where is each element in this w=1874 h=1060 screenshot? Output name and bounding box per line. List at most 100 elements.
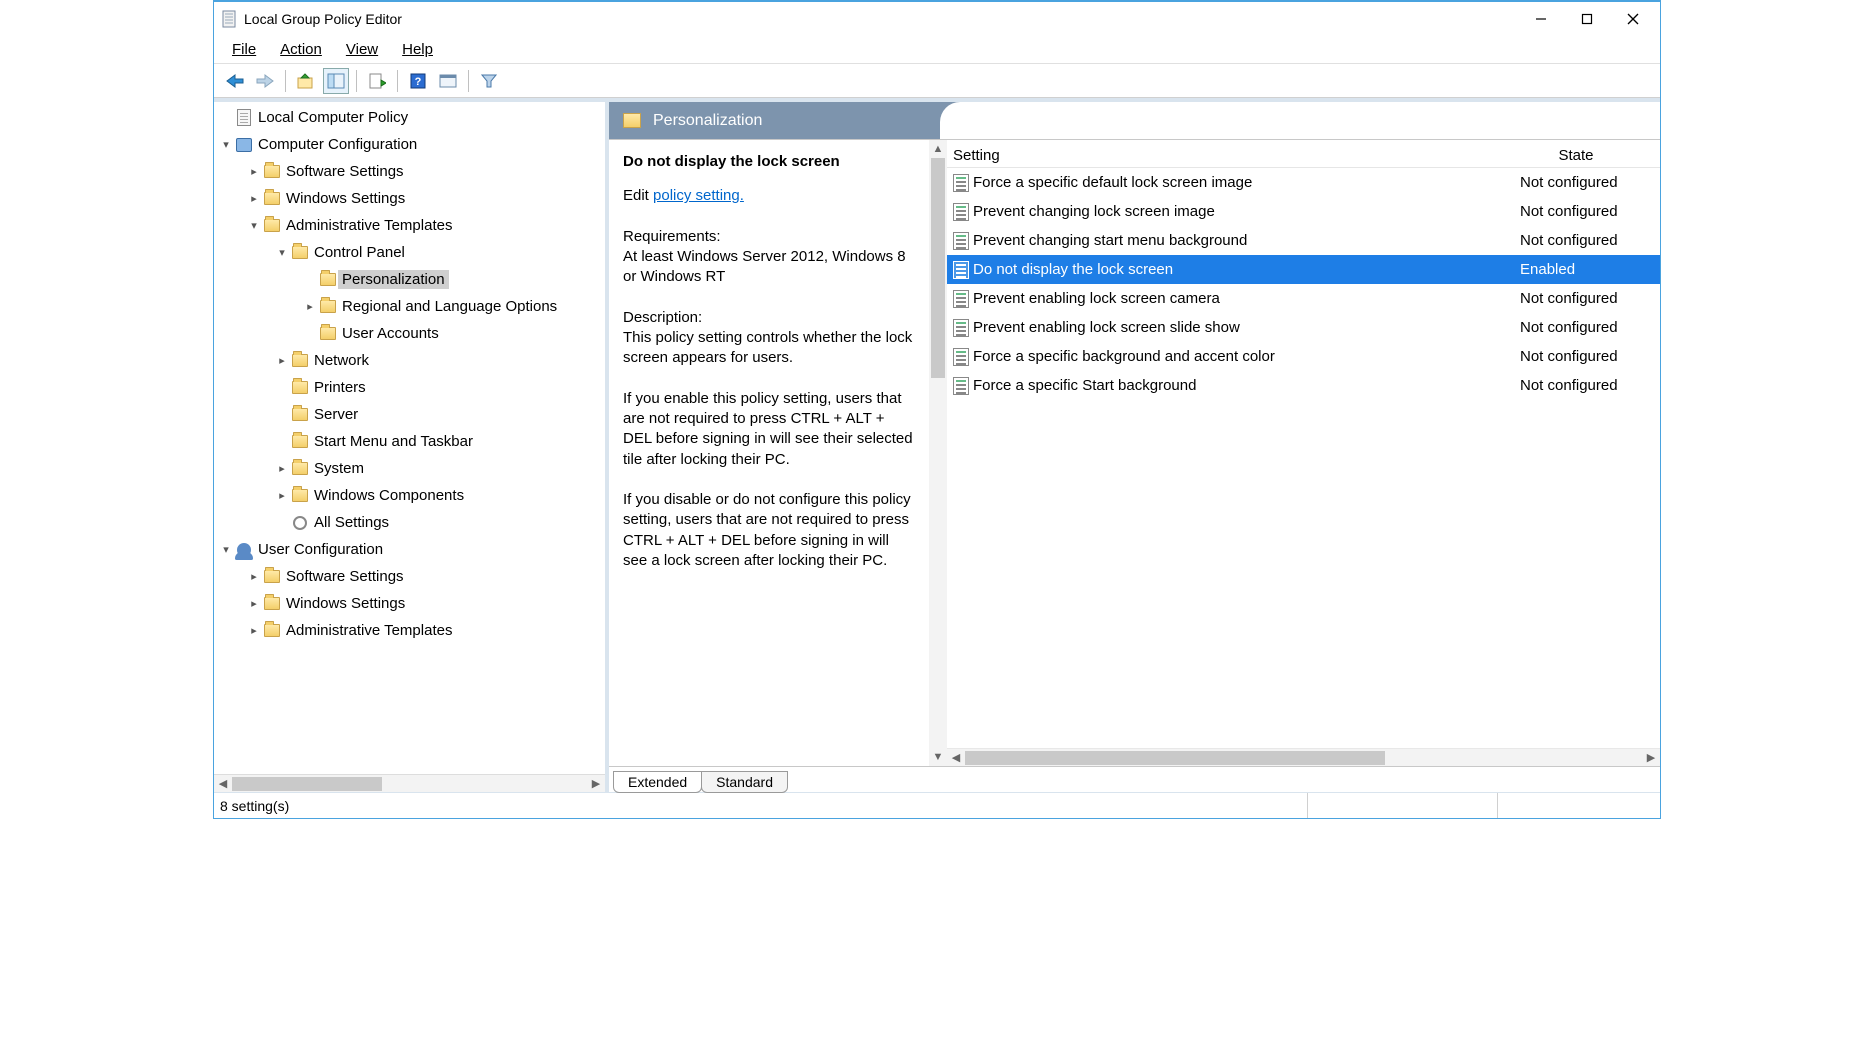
tree-server[interactable]: Server: [214, 401, 605, 428]
nav-forward-button[interactable]: [252, 68, 278, 94]
minimize-button[interactable]: [1518, 4, 1564, 34]
col-state-header[interactable]: State: [1492, 147, 1660, 164]
expand-icon[interactable]: ▸: [246, 192, 262, 205]
expand-icon[interactable]: ▸: [246, 597, 262, 610]
scroll-right-icon[interactable]: ▶: [587, 777, 605, 790]
menu-action[interactable]: Action: [268, 39, 334, 60]
folder-icon: [290, 381, 310, 394]
setting-row[interactable]: Prevent changing start menu backgroundNo…: [947, 226, 1660, 255]
setting-name: Force a specific background and accent c…: [971, 348, 1492, 365]
properties-button[interactable]: [435, 68, 461, 94]
expand-icon[interactable]: ▸: [246, 570, 262, 583]
setting-state: Not configured: [1492, 203, 1660, 220]
toolbar-sep: [285, 70, 286, 92]
tree-cc-admin-templates[interactable]: ▾ Administrative Templates: [214, 212, 605, 239]
expand-icon[interactable]: ▸: [302, 300, 318, 313]
scroll-track[interactable]: [965, 751, 1642, 765]
toolbar-sep: [468, 70, 469, 92]
menu-help[interactable]: Help: [390, 39, 445, 60]
tree-label: Administrative Templates: [282, 621, 456, 640]
list-vscrollbar[interactable]: ▲ ▼: [929, 140, 947, 766]
scroll-right-icon[interactable]: ▶: [1642, 751, 1660, 764]
setting-icon: [947, 203, 971, 221]
tree-hscrollbar[interactable]: ◀ ▶: [214, 774, 605, 792]
export-list-button[interactable]: [364, 68, 390, 94]
expand-icon[interactable]: ▸: [274, 462, 290, 475]
setting-row[interactable]: Prevent enabling lock screen cameraNot c…: [947, 284, 1660, 313]
svg-text:?: ?: [415, 76, 422, 88]
setting-state: Not configured: [1492, 290, 1660, 307]
setting-row[interactable]: Prevent changing lock screen imageNot co…: [947, 197, 1660, 226]
status-cell-3: [1497, 793, 1660, 818]
scroll-track[interactable]: [929, 158, 947, 748]
tree-uc-admin[interactable]: ▸ Administrative Templates: [214, 617, 605, 644]
tree-computer-config[interactable]: ▾ Computer Configuration: [214, 131, 605, 158]
expand-icon[interactable]: ▸: [274, 489, 290, 502]
expand-icon[interactable]: ▸: [246, 624, 262, 637]
col-setting-header[interactable]: Setting: [947, 147, 1492, 164]
toolbar: ?: [214, 64, 1660, 98]
collapse-icon[interactable]: ▾: [218, 543, 234, 556]
scroll-up-icon[interactable]: ▲: [929, 140, 947, 158]
tree-windows-components[interactable]: ▸ Windows Components: [214, 482, 605, 509]
tab-standard[interactable]: Standard: [701, 771, 788, 793]
tree-network[interactable]: ▸ Network: [214, 347, 605, 374]
tree-system[interactable]: ▸ System: [214, 455, 605, 482]
tree-user-config[interactable]: ▾ User Configuration: [214, 536, 605, 563]
help-button[interactable]: ?: [405, 68, 431, 94]
collapse-icon[interactable]: ▾: [218, 138, 234, 151]
expand-icon[interactable]: ▸: [246, 165, 262, 178]
tree-start-menu[interactable]: Start Menu and Taskbar: [214, 428, 605, 455]
list-hscrollbar[interactable]: ◀ ▶: [947, 748, 1660, 766]
filter-button[interactable]: [476, 68, 502, 94]
collapse-icon[interactable]: ▾: [274, 246, 290, 259]
menu-file[interactable]: File: [220, 39, 268, 60]
close-button[interactable]: [1610, 4, 1656, 34]
expand-icon[interactable]: ▸: [274, 354, 290, 367]
setting-state: Not configured: [1492, 232, 1660, 249]
tree-uc-windows[interactable]: ▸ Windows Settings: [214, 590, 605, 617]
edit-policy-link[interactable]: policy setting.: [653, 187, 744, 204]
setting-icon: [947, 261, 971, 279]
collapse-icon[interactable]: ▾: [246, 219, 262, 232]
scroll-thumb[interactable]: [232, 777, 382, 791]
up-folder-button[interactable]: [293, 68, 319, 94]
setting-row[interactable]: Force a specific default lock screen ima…: [947, 168, 1660, 197]
scroll-track[interactable]: [232, 777, 587, 791]
scroll-left-icon[interactable]: ◀: [947, 751, 965, 764]
selected-setting-title: Do not display the lock screen: [623, 152, 915, 172]
nav-back-button[interactable]: [222, 68, 248, 94]
tree-uc-software[interactable]: ▸ Software Settings: [214, 563, 605, 590]
scroll-left-icon[interactable]: ◀: [214, 777, 232, 790]
edit-policy-line: Edit policy setting.: [623, 186, 915, 206]
setting-row[interactable]: Prevent enabling lock screen slide showN…: [947, 313, 1660, 342]
settings-list-wrap: ▲ ▼ Setting State Force a specific defau…: [929, 140, 1660, 766]
details-body: Do not display the lock screen Edit poli…: [609, 140, 1660, 766]
setting-row[interactable]: Force a specific background and accent c…: [947, 342, 1660, 371]
app-window: Local Group Policy Editor File Action Vi…: [213, 0, 1661, 819]
tree-label: User Configuration: [254, 540, 387, 559]
tree-cc-software[interactable]: ▸ Software Settings: [214, 158, 605, 185]
scroll-down-icon[interactable]: ▼: [929, 748, 947, 766]
tab-extended[interactable]: Extended: [613, 771, 702, 793]
scroll-thumb[interactable]: [965, 751, 1385, 765]
tree-cc-windows[interactable]: ▸ Windows Settings: [214, 185, 605, 212]
tree-control-panel[interactable]: ▾ Control Panel: [214, 239, 605, 266]
tree-printers[interactable]: Printers: [214, 374, 605, 401]
folder-icon: [318, 273, 338, 286]
tree-personalization[interactable]: Personalization: [214, 266, 605, 293]
tree-regional-options[interactable]: ▸ Regional and Language Options: [214, 293, 605, 320]
maximize-button[interactable]: [1564, 4, 1610, 34]
setting-name: Prevent changing lock screen image: [971, 203, 1492, 220]
tree-all-settings[interactable]: All Settings: [214, 509, 605, 536]
tree-user-accounts[interactable]: User Accounts: [214, 320, 605, 347]
menu-view[interactable]: View: [334, 39, 390, 60]
setting-row[interactable]: Do not display the lock screenEnabled: [947, 255, 1660, 284]
tree-root[interactable]: Local Computer Policy: [214, 104, 605, 131]
toolbar-sep: [397, 70, 398, 92]
menu-bar: File Action View Help: [214, 36, 1660, 64]
scroll-thumb[interactable]: [931, 158, 945, 378]
policy-tree[interactable]: Local Computer Policy ▾ Computer Configu…: [214, 102, 605, 774]
show-hide-tree-button[interactable]: [323, 68, 349, 94]
setting-row[interactable]: Force a specific Start backgroundNot con…: [947, 371, 1660, 400]
